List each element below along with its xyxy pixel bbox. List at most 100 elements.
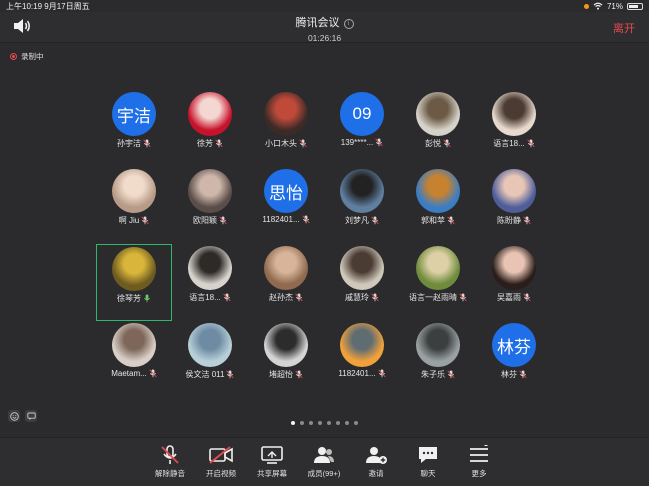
participant-avatar — [416, 92, 460, 136]
meeting-title-block: 腾讯会议 i 01:26:16 — [0, 13, 649, 43]
mic-status-icon — [295, 293, 303, 302]
mic-status-icon — [219, 216, 227, 225]
participant-tile[interactable]: 朱子乐 — [400, 321, 476, 398]
participant-name: 徐琴芳 — [117, 294, 141, 303]
participant-name: 语言18... — [493, 139, 525, 148]
page-dot[interactable] — [291, 421, 295, 425]
info-icon[interactable]: i — [343, 19, 354, 29]
battery-icon — [627, 2, 643, 10]
participant-name-row: 徐琴芳 — [97, 293, 171, 304]
participant-name: 刘梦凡 — [345, 216, 369, 225]
mic-status-icon — [226, 370, 235, 379]
participant-avatar — [264, 92, 308, 136]
participant-avatar: 09 — [340, 92, 384, 136]
participant-tile[interactable]: 侯文洁 011 — [172, 321, 248, 398]
participant-tile[interactable]: 戚慧玲 — [324, 244, 400, 321]
participant-tile[interactable]: 语言一赵雨晴 — [400, 244, 476, 321]
page-dot[interactable] — [336, 421, 340, 425]
page-dot[interactable] — [300, 421, 304, 425]
participant-tile[interactable]: 彭悦 — [400, 90, 476, 167]
participant-name-row: 吴嘉雨 — [476, 292, 552, 303]
participant-name-row: 欧阳颖 — [172, 215, 248, 226]
more-button[interactable]: 更多 — [449, 445, 509, 479]
mic-status-icon — [141, 216, 149, 225]
leave-button[interactable]: 离开 — [613, 20, 635, 36]
invite-button[interactable]: 邀请 — [346, 445, 406, 479]
participant-name: 语言一赵雨晴 — [409, 293, 457, 302]
participant-name-row: 堵超怡 — [248, 369, 324, 380]
invite-icon — [346, 445, 406, 465]
participant-name: 陈盼静 — [497, 216, 521, 225]
participant-tile[interactable]: 郭和苹 — [400, 167, 476, 244]
participant-name-row: 陈盼静 — [476, 215, 552, 226]
page-dot[interactable] — [309, 421, 313, 425]
participant-tile[interactable]: 1182401... — [324, 321, 400, 398]
participant-tile[interactable]: Maetam... — [96, 321, 172, 398]
participant-name-row: 戚慧玲 — [324, 292, 400, 303]
participant-tile[interactable]: 啊 Jiu — [96, 167, 172, 244]
participant-tile[interactable]: 徐芳 — [172, 90, 248, 167]
participant-name-row: 语言一赵雨晴 — [400, 292, 476, 303]
participant-name-row: 赵孙杰 — [248, 292, 324, 303]
participant-name: 1182401... — [338, 369, 376, 378]
participant-tile[interactable]: 宇洁 孙宇洁 — [96, 90, 172, 167]
participant-name: 孙宇洁 — [117, 139, 141, 148]
participant-tile[interactable]: 堵超怡 — [248, 321, 324, 398]
toolbar-label: 更多 — [471, 469, 487, 478]
page-dot[interactable] — [318, 421, 322, 425]
mic-status-icon — [377, 369, 386, 378]
battery-percent: 71% — [606, 1, 623, 11]
participant-avatar — [264, 323, 308, 367]
side-buttons — [8, 410, 37, 422]
chat-bubble-icon[interactable] — [25, 410, 37, 422]
participant-avatar — [492, 92, 536, 136]
participant-name-row: 139****... — [324, 138, 400, 147]
participant-tile[interactable]: 刘梦凡 — [324, 167, 400, 244]
participant-name: 徐芳 — [197, 139, 213, 148]
mic-status-icon — [299, 139, 307, 148]
participant-tile[interactable]: 语言18... — [172, 244, 248, 321]
participant-name: 彭悦 — [425, 139, 441, 148]
participant-name-row: 1182401... — [248, 215, 324, 224]
participant-tile[interactable]: 赵孙杰 — [248, 244, 324, 321]
participant-name: 戚慧玲 — [345, 293, 369, 302]
participant-name: 语言18... — [189, 293, 221, 302]
mic-status-icon — [443, 139, 451, 148]
share-screen-button[interactable]: 共享屏幕 — [242, 445, 302, 479]
page-dot[interactable] — [327, 421, 331, 425]
meeting-duration: 01:26:16 — [307, 33, 342, 43]
participant-tile[interactable]: 09 139****... — [324, 90, 400, 167]
members-button[interactable]: 成员(99+) — [294, 445, 354, 479]
participant-tile[interactable]: 思怡 1182401... — [248, 167, 324, 244]
participant-avatar — [416, 169, 460, 213]
participant-name: 欧阳颖 — [193, 216, 217, 225]
participant-avatar — [112, 169, 156, 213]
participant-avatar: 林芬 — [492, 323, 536, 367]
share-screen-icon — [242, 445, 302, 465]
participant-name: 林芬 — [501, 370, 517, 379]
status-bar: 上午10:19 9月17日周五 71% — [0, 0, 649, 12]
participant-tile[interactable]: 小口木头 — [248, 90, 324, 167]
participant-name-row: 彭悦 — [400, 138, 476, 149]
participant-name: 吴嘉雨 — [497, 293, 521, 302]
page-indicator[interactable] — [0, 421, 649, 425]
participant-tile[interactable]: 徐琴芳 — [96, 244, 172, 321]
mic-status-icon — [301, 215, 310, 224]
page-dot[interactable] — [345, 421, 349, 425]
mic-status-icon — [375, 138, 383, 147]
mic-status-icon — [459, 293, 467, 302]
participant-name-row: 小口木头 — [248, 138, 324, 149]
mic-status-icon — [215, 139, 223, 148]
participant-tile[interactable]: 吴嘉雨 — [476, 244, 552, 321]
participant-avatar — [188, 92, 232, 136]
participant-tile[interactable]: 林芬 林芬 — [476, 321, 552, 398]
participant-tile[interactable]: 语言18... — [476, 90, 552, 167]
emoji-icon[interactable] — [8, 410, 20, 422]
page-dot[interactable] — [354, 421, 358, 425]
participant-name: 朱子乐 — [421, 370, 445, 379]
toolbar-label: 共享屏幕 — [257, 469, 287, 478]
participant-tile[interactable]: 欧阳颖 — [172, 167, 248, 244]
participant-avatar — [188, 323, 232, 367]
participant-tile[interactable]: 陈盼静 — [476, 167, 552, 244]
mic-status-icon — [149, 369, 157, 378]
